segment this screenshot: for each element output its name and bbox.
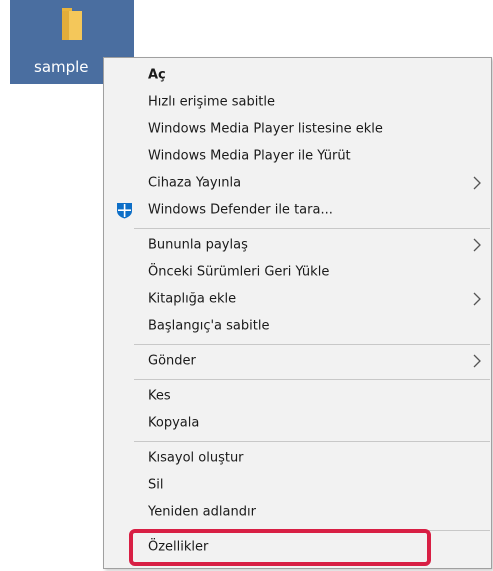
menu-item-rename[interactable]: Yeniden adlandır xyxy=(104,500,491,524)
menu-item-create-shortcut[interactable]: Kısayol oluştur xyxy=(104,446,491,470)
menu-item-defender-scan[interactable]: Windows Defender ile tara... xyxy=(104,198,491,222)
chevron-right-icon xyxy=(473,238,481,252)
menu-item-share-with[interactable]: Bununla paylaş xyxy=(104,233,491,257)
menu-separator xyxy=(134,228,490,229)
menu-item-cut[interactable]: Kes xyxy=(104,384,491,408)
menu-separator xyxy=(134,344,490,345)
menu-item-label: Önceki Sürümleri Geri Yükle xyxy=(148,264,330,280)
menu-item-label: Kitaplığa ekle xyxy=(148,291,237,307)
chevron-right-icon xyxy=(473,354,481,368)
menu-item-label: Windows Defender ile tara... xyxy=(148,202,333,218)
folder-name: sample xyxy=(34,58,89,76)
menu-item-cast-to-device[interactable]: Cihaza Yayınla xyxy=(104,171,491,195)
menu-item-add-to-wmp-list[interactable]: Windows Media Player listesine ekle xyxy=(104,117,491,141)
menu-separator xyxy=(134,379,490,380)
menu-item-label: Cihaza Yayınla xyxy=(148,175,242,191)
menu-item-send-to[interactable]: Gönder xyxy=(104,349,491,373)
menu-item-label: Windows Media Player listesine ekle xyxy=(148,121,383,137)
menu-item-label: Aç xyxy=(148,67,166,83)
menu-item-label: Yeniden adlandır xyxy=(148,504,256,520)
menu-item-label: Kopyala xyxy=(148,415,200,431)
windows-defender-icon xyxy=(117,203,132,219)
menu-item-open[interactable]: Aç xyxy=(104,63,491,87)
chevron-right-icon xyxy=(473,292,481,306)
desktop-stage: sample Aç Hızlı erişime sabitle Windows … xyxy=(0,0,493,571)
menu-item-label: Kes xyxy=(148,388,171,404)
menu-item-label: Hızlı erişime sabitle xyxy=(148,94,276,110)
menu-item-play-with-wmp[interactable]: Windows Media Player ile Yürüt xyxy=(104,144,491,168)
menu-item-include-in-library[interactable]: Kitaplığa ekle xyxy=(104,287,491,311)
menu-item-label: Sil xyxy=(148,477,164,493)
menu-item-label: Windows Media Player ile Yürüt xyxy=(148,148,351,164)
context-menu: Aç Hızlı erişime sabitle Windows Media P… xyxy=(103,57,492,569)
menu-separator xyxy=(134,441,490,442)
properties-highlight-box xyxy=(129,529,431,566)
menu-item-copy[interactable]: Kopyala xyxy=(104,411,491,435)
menu-item-restore-previous-versions[interactable]: Önceki Sürümleri Geri Yükle xyxy=(104,260,491,284)
menu-item-pin-to-start[interactable]: Başlangıç'a sabitle xyxy=(104,314,491,338)
menu-item-label: Gönder xyxy=(148,353,196,369)
folder-icon xyxy=(62,8,82,40)
menu-item-label: Kısayol oluştur xyxy=(148,450,244,466)
menu-item-pin-quick-access[interactable]: Hızlı erişime sabitle xyxy=(104,90,491,114)
menu-item-delete[interactable]: Sil xyxy=(104,473,491,497)
chevron-right-icon xyxy=(473,176,481,190)
menu-item-label: Bununla paylaş xyxy=(148,237,248,253)
menu-item-label: Başlangıç'a sabitle xyxy=(148,318,270,334)
